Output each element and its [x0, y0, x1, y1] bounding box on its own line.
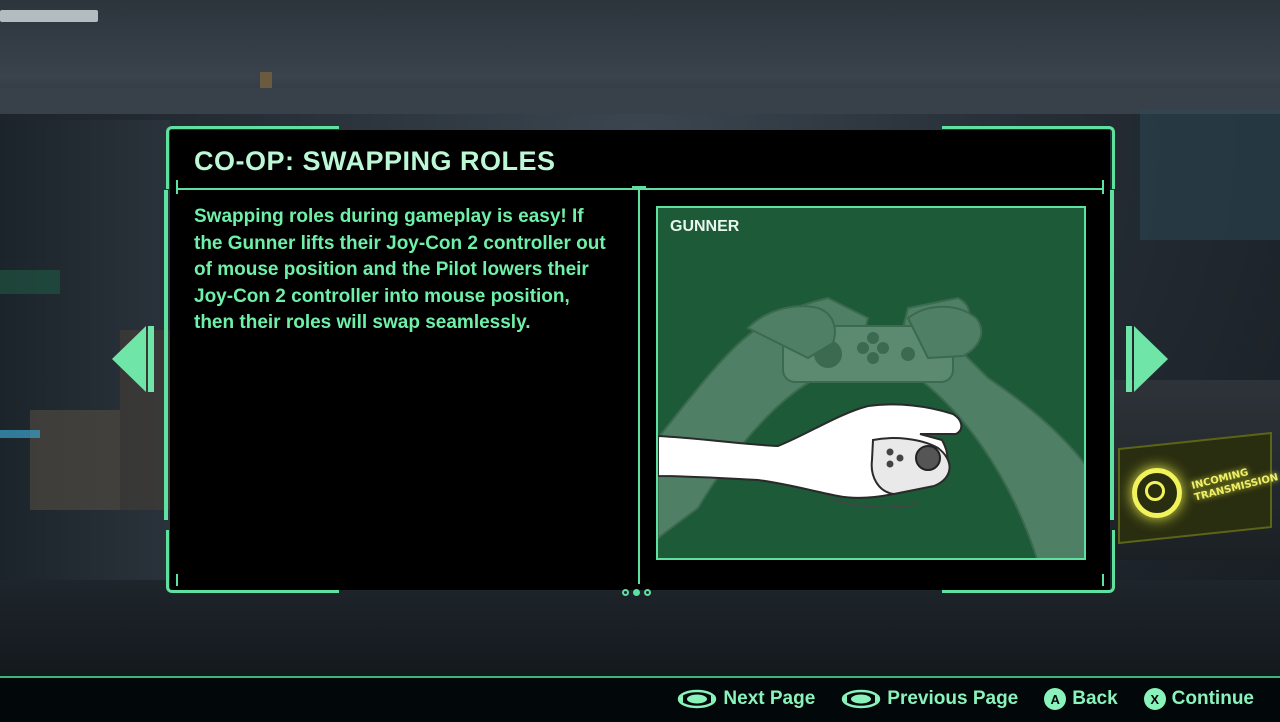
back-label: Back	[1072, 688, 1118, 709]
illustration-label: GUNNER	[670, 218, 740, 235]
panel-tick	[1102, 574, 1104, 586]
panel-tick	[1102, 180, 1104, 194]
panel-header: CO-OP: SWAPPING ROLES	[178, 140, 1102, 186]
panel-edge	[1110, 190, 1114, 520]
next-page-hint[interactable]: Next Page	[677, 688, 815, 710]
next-page-label: Next Page	[723, 688, 816, 709]
continue-label: Continue	[1171, 688, 1254, 709]
page-indicator	[622, 586, 662, 598]
illustration: GUNNER	[656, 206, 1086, 560]
ceiling-light	[0, 10, 98, 22]
panel-corner	[166, 530, 339, 593]
panel-tick	[176, 574, 178, 586]
previous-page-arrow-bar	[148, 326, 154, 392]
controls-hint-bar: Next Page Previous Page A Back X Continu…	[0, 676, 1280, 722]
continue-hint[interactable]: X Continue	[1143, 688, 1254, 710]
next-page-arrow-icon[interactable]	[1134, 326, 1168, 392]
page-dot-active	[633, 588, 640, 596]
page-dot	[622, 588, 629, 596]
column-divider-cap	[632, 186, 646, 188]
previous-page-arrow-icon[interactable]	[112, 326, 146, 392]
ceiling-beam	[0, 88, 1280, 114]
title-divider	[178, 188, 1102, 190]
next-page-arrow-bar	[1126, 326, 1132, 392]
wall-light	[0, 430, 40, 438]
a-button-icon: A	[1044, 688, 1067, 710]
crate	[30, 410, 120, 510]
column-divider	[638, 188, 640, 584]
control-hints: Next Page Previous Page A Back X Continu…	[677, 688, 1254, 710]
previous-page-hint[interactable]: Previous Page	[841, 688, 1018, 710]
stick-icon	[842, 689, 881, 709]
previous-page-label: Previous Page	[887, 688, 1019, 709]
page-title: CO-OP: SWAPPING ROLES	[194, 146, 556, 176]
back-hint[interactable]: A Back	[1044, 688, 1118, 710]
page-dot	[644, 588, 651, 596]
instruction-text: Swapping roles during gameplay is easy! …	[194, 206, 606, 333]
panel-edge	[164, 190, 168, 520]
wall-screen	[0, 270, 60, 294]
window	[1140, 110, 1280, 240]
transmission-icon-core	[1145, 481, 1165, 501]
x-button-icon: X	[1143, 688, 1166, 710]
stick-icon	[678, 689, 717, 709]
hands-controller-illustration	[658, 296, 1084, 558]
